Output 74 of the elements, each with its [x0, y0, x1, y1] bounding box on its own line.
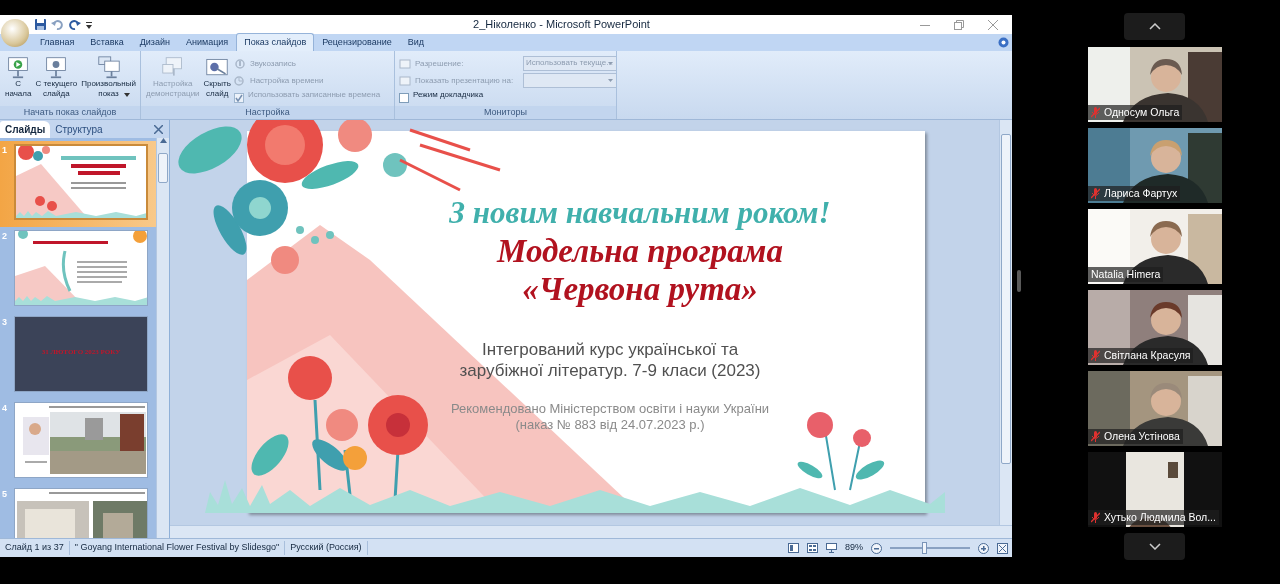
- ribbon-tab[interactable]: Главная: [32, 32, 83, 52]
- participant-name: Natalia Himera: [1091, 266, 1161, 282]
- slide-subtitle: Інтегрований курс української та зарубіжної літератур. 7-9 класи (2023): [458, 339, 762, 382]
- monitor-icon: [399, 74, 411, 87]
- pane-tab[interactable]: Слайды: [0, 121, 51, 138]
- participant-name: Лариса Фартух: [1104, 185, 1178, 201]
- participant-name: Олена Устінова: [1104, 428, 1180, 444]
- slide-title: Модельна програма «Червона рута»: [495, 232, 784, 309]
- field-label: Разрешение:: [415, 58, 465, 71]
- restore-icon[interactable]: [954, 19, 964, 30]
- projector-icon: [44, 56, 69, 80]
- slider-thumb[interactable]: [922, 542, 928, 555]
- group-label: Мониторы: [395, 106, 616, 120]
- status-text: " Goyang International Flower Festival by Slidesgo": [69, 541, 286, 555]
- caret-icon: [608, 62, 613, 66]
- slide-number: 4: [1, 402, 8, 415]
- participant-name: Світлана Красуля: [1104, 347, 1191, 363]
- save-icon[interactable]: [34, 18, 47, 32]
- arrow-up-icon[interactable]: [159, 138, 167, 143]
- scrollbar[interactable]: [156, 138, 169, 539]
- tool-icon: [233, 74, 246, 87]
- resize-handle[interactable]: [1017, 270, 1021, 292]
- ribbon-button[interactable]: Произвольный показ: [80, 55, 137, 107]
- scrollbar-thumb[interactable]: [158, 153, 168, 183]
- ribbon-button[interactable]: Скрыть слайд: [202, 55, 232, 107]
- status-text: Слайд 1 из 37: [0, 541, 70, 555]
- scrollbar[interactable]: [999, 120, 1012, 526]
- scrollbar-thumb[interactable]: [1001, 134, 1011, 465]
- slide-number: 5: [1, 488, 8, 501]
- window-title: 2_Ніколенко - Microsoft PowerPoint: [472, 17, 651, 33]
- chevron-down-icon: [1148, 543, 1161, 550]
- redo-icon[interactable]: [68, 18, 81, 32]
- close-icon[interactable]: [154, 125, 163, 134]
- slide-number: 1: [1, 144, 8, 157]
- zoom-in-icon[interactable]: [978, 542, 989, 554]
- chevron-up-icon: [1148, 23, 1161, 30]
- ribbon-tab[interactable]: Дизайн: [131, 32, 178, 52]
- caret-icon[interactable]: [85, 19, 93, 30]
- group-label: Начать показ слайдов: [0, 106, 140, 120]
- projector-icon: [96, 56, 121, 80]
- field-label: Показать презентацию на:: [415, 75, 515, 88]
- ribbon-tab[interactable]: Рецензирование: [314, 32, 400, 52]
- slide-number: 3: [1, 316, 8, 329]
- help-icon[interactable]: [998, 37, 1009, 49]
- slideshow-icon: [6, 56, 31, 80]
- monitor-icon: [399, 57, 411, 70]
- caret-icon: [608, 79, 613, 83]
- scrollbar[interactable]: [170, 525, 1012, 539]
- checkbox[interactable]: [399, 92, 409, 103]
- ribbon-button[interactable]: С начала: [4, 55, 33, 107]
- ribbon-tab[interactable]: Вид: [399, 32, 432, 52]
- participant-name: Односум Ольга: [1104, 104, 1180, 120]
- status-text: Русский (Россия): [285, 541, 368, 555]
- ribbon-button[interactable]: С текущего слайда: [34, 55, 79, 107]
- pane-tab[interactable]: Структура: [50, 121, 108, 138]
- checkbox-label: Режим докладчика: [413, 89, 484, 102]
- fit-icon[interactable]: [997, 542, 1008, 554]
- zoom-out-icon[interactable]: [871, 542, 882, 554]
- slide-thumbnail[interactable]: [14, 144, 148, 220]
- slide-thumbnail[interactable]: [14, 402, 148, 478]
- grid-view-icon[interactable]: [807, 543, 818, 554]
- normal-view-icon[interactable]: [788, 543, 799, 554]
- checkbox-label: Использовать записанные времена: [247, 89, 381, 102]
- slide-number: 2: [1, 230, 8, 243]
- close-icon[interactable]: [988, 19, 998, 30]
- group-label: Настройка: [141, 106, 394, 120]
- tool-icon: [233, 57, 246, 70]
- slide-thumbnail[interactable]: [14, 230, 148, 306]
- ribbon-tab[interactable]: Вставка: [82, 32, 132, 52]
- slide-heading: З новим навчальним роком!: [448, 194, 832, 233]
- participant-name: Хутько Людмила Вол...: [1104, 509, 1216, 525]
- ribbon-tab[interactable]: Анимация: [178, 32, 237, 52]
- slideshow-icon[interactable]: [826, 543, 837, 554]
- zoom-percent[interactable]: 89%: [845, 541, 863, 555]
